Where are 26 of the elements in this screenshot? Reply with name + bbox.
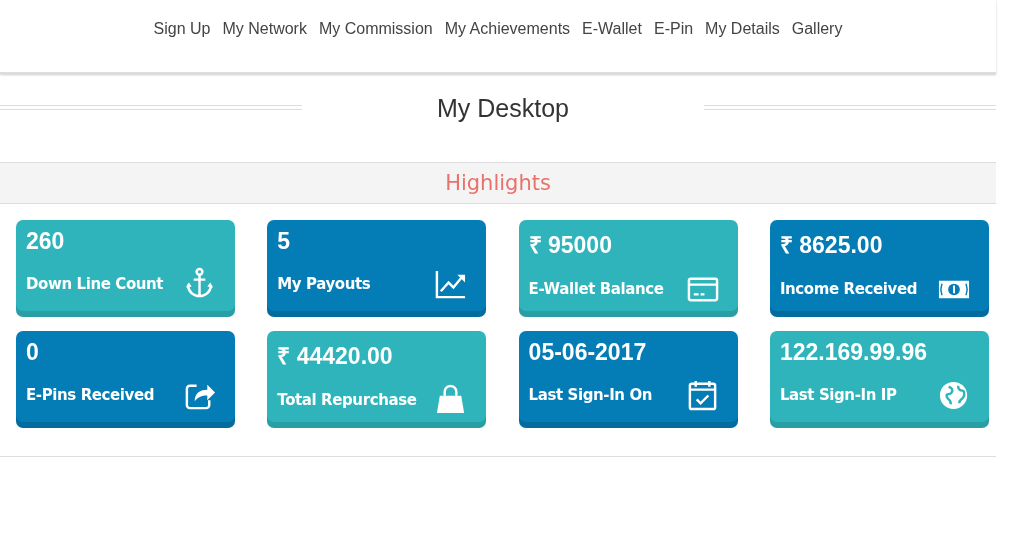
stat-value: 05-06-2017 xyxy=(528,339,647,366)
stat-label: Total Repurchase xyxy=(277,391,417,409)
stat-value: ₹ 95000 xyxy=(528,231,612,260)
stat-label: My Payouts xyxy=(277,275,371,293)
nav-link[interactable]: My Commission xyxy=(318,20,433,38)
nav-link[interactable]: E-Wallet xyxy=(582,20,642,38)
stat-label: Last Sign-In On xyxy=(528,386,653,404)
stat-value: ₹ 8625.00 xyxy=(779,231,883,260)
page-title: My Desktop xyxy=(436,93,570,123)
section-title: Highlights xyxy=(445,171,551,195)
nav-link[interactable]: My Achievements xyxy=(444,20,571,38)
stat-label: E-Wallet Balance xyxy=(528,280,664,298)
stat-value: 0 xyxy=(26,339,39,366)
nav-link[interactable]: Sign Up xyxy=(153,20,211,38)
stat-value: 5 xyxy=(277,228,291,255)
stat-label: Income Received xyxy=(779,280,917,298)
stat-label: E-Pins Received xyxy=(26,386,155,404)
stat-value: 260 xyxy=(26,228,65,255)
stat-label: Last Sign-In IP xyxy=(779,386,897,404)
nav-link[interactable]: My Network xyxy=(222,20,307,38)
stat-label: Down Line Count xyxy=(26,275,164,293)
nav-link[interactable]: My Details xyxy=(705,20,780,38)
nav-link[interactable]: Gallery xyxy=(791,20,843,38)
stat-value: ₹ 44420.00 xyxy=(277,342,393,371)
stat-value: 122.169.99.96 xyxy=(779,339,927,366)
nav-link[interactable]: E-Pin xyxy=(653,20,694,38)
